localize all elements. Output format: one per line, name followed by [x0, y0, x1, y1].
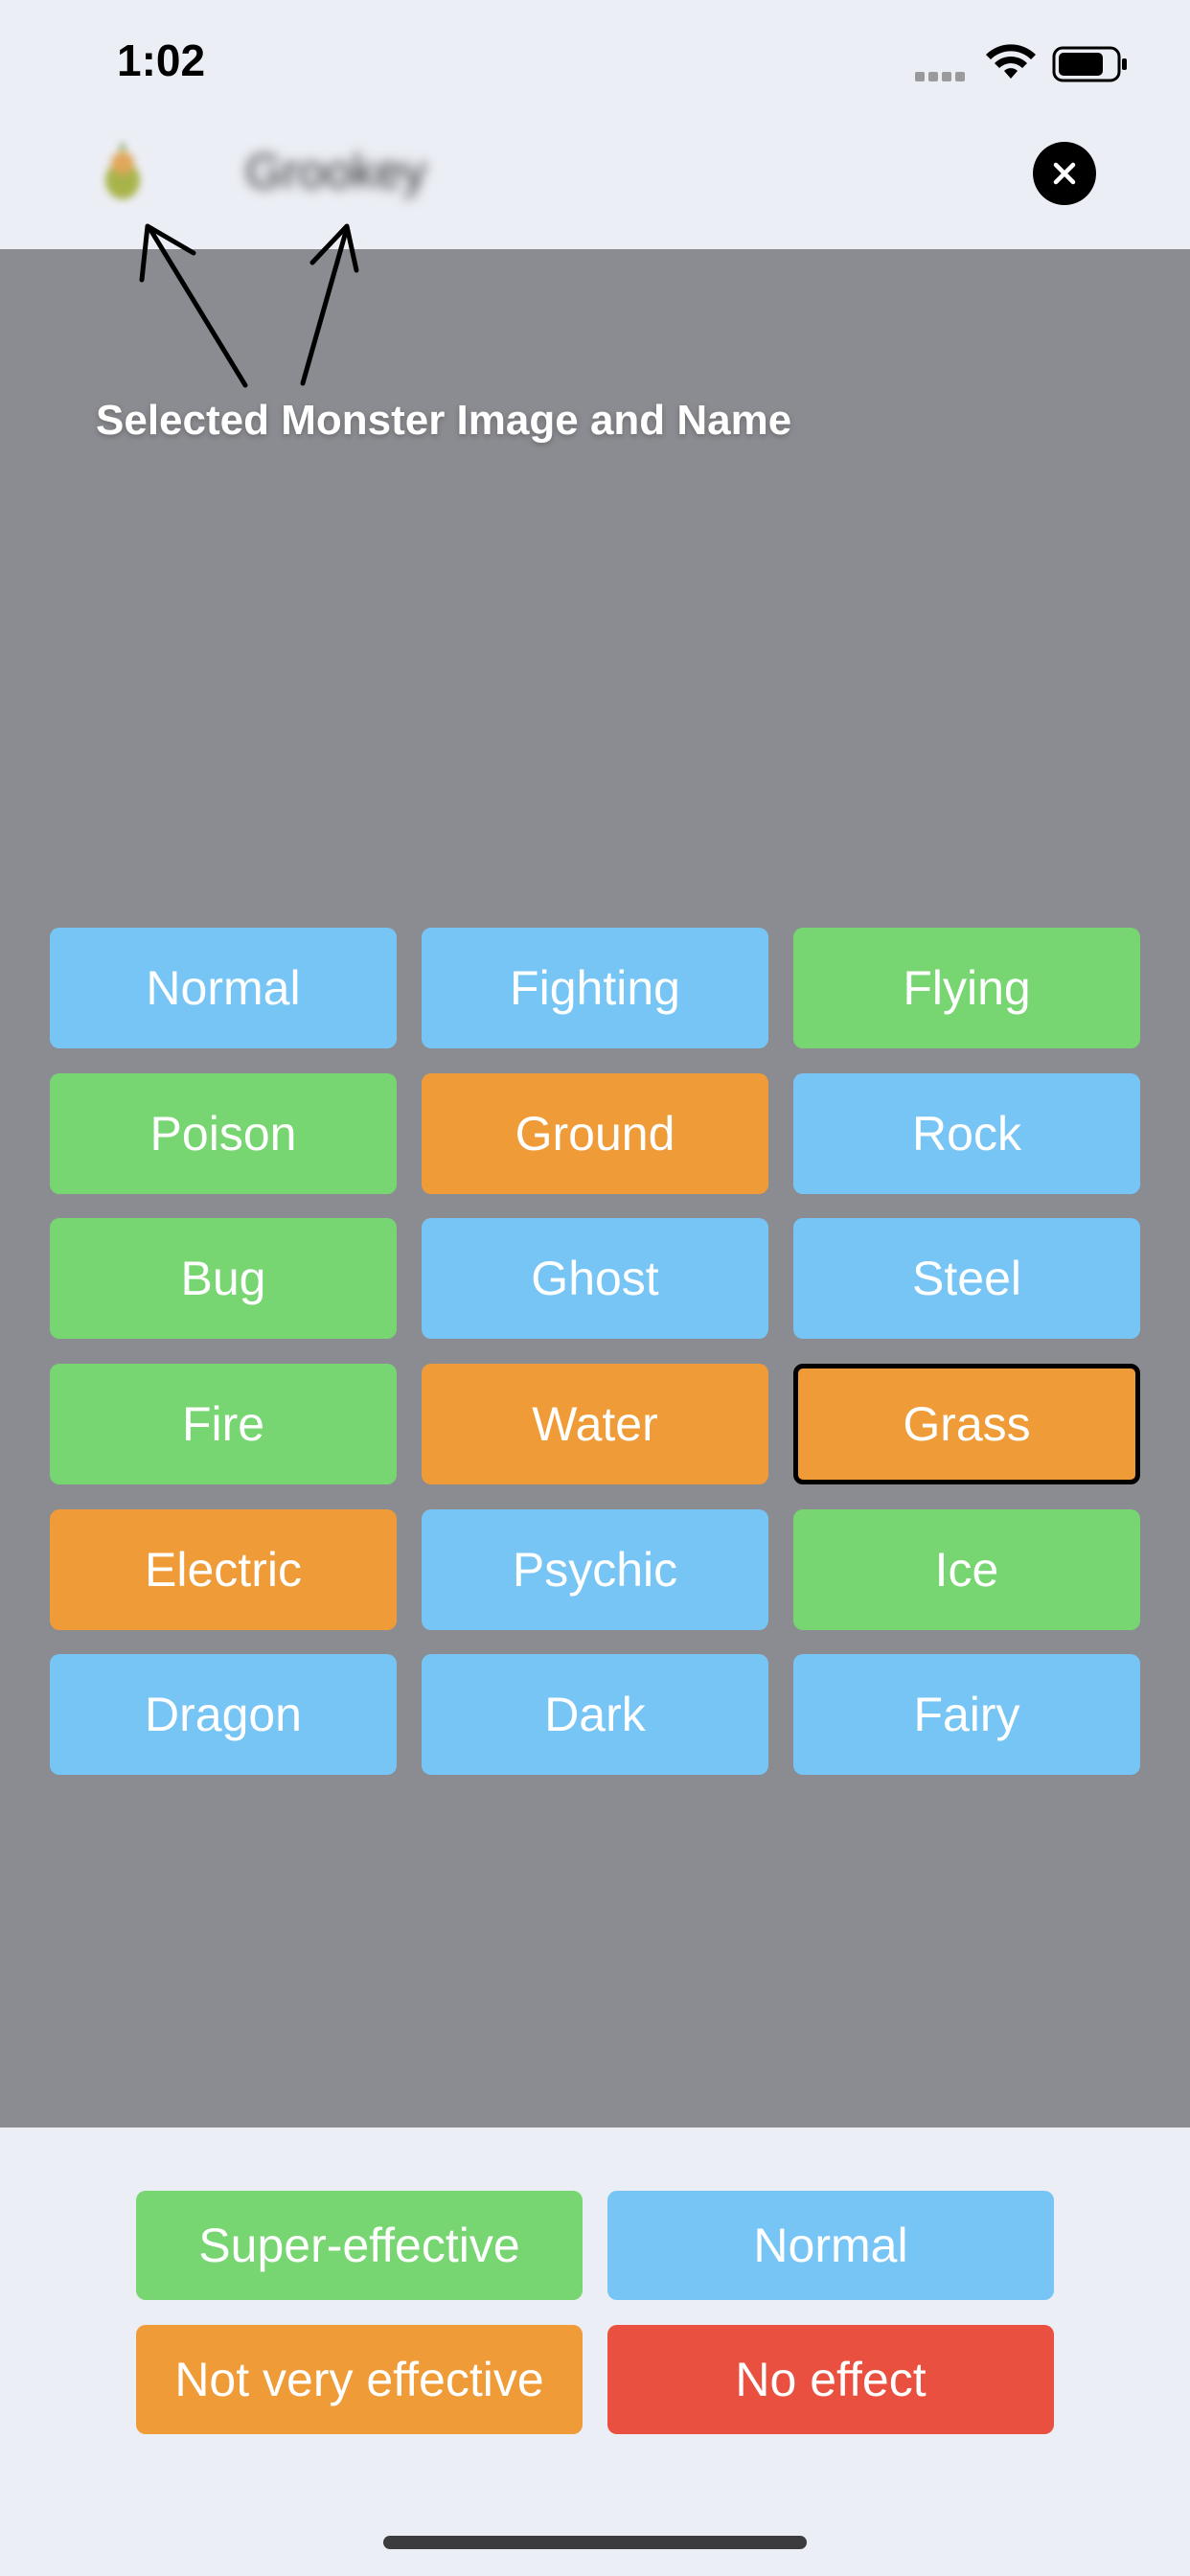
legend-not-very-effective: Not very effective — [136, 2325, 583, 2434]
monster-name: Grookey — [245, 145, 426, 198]
type-button-dark[interactable]: Dark — [422, 1654, 768, 1775]
type-button-psychic[interactable]: Psychic — [422, 1509, 768, 1630]
signal-icon — [915, 69, 969, 81]
type-button-rock[interactable]: Rock — [793, 1073, 1140, 1194]
type-button-dragon[interactable]: Dragon — [50, 1654, 397, 1775]
battery-icon — [1052, 46, 1127, 82]
type-button-fighting[interactable]: Fighting — [422, 928, 768, 1048]
type-button-ground[interactable]: Ground — [422, 1073, 768, 1194]
home-indicator[interactable] — [383, 2536, 807, 2549]
status-bar: 1:02 — [0, 0, 1190, 96]
legend-super-effective: Super-effective — [136, 2191, 583, 2300]
type-button-flying[interactable]: Flying — [793, 928, 1140, 1048]
type-button-bug[interactable]: Bug — [50, 1218, 397, 1339]
status-time: 1:02 — [117, 35, 206, 85]
type-button-poison[interactable]: Poison — [50, 1073, 397, 1194]
type-button-normal[interactable]: Normal — [50, 928, 397, 1048]
legend-no-effect: No effect — [607, 2325, 1054, 2434]
wifi-icon — [986, 44, 1036, 79]
type-button-electric[interactable]: Electric — [50, 1509, 397, 1630]
monster-avatar — [105, 142, 140, 199]
close-button[interactable] — [1033, 142, 1096, 205]
type-button-fairy[interactable]: Fairy — [793, 1654, 1140, 1775]
type-button-steel[interactable]: Steel — [793, 1218, 1140, 1339]
type-button-ice[interactable]: Ice — [793, 1509, 1140, 1630]
type-button-fire[interactable]: Fire — [50, 1364, 397, 1484]
type-button-ghost[interactable]: Ghost — [422, 1218, 768, 1339]
type-button-grass[interactable]: Grass — [793, 1364, 1140, 1484]
effectiveness-legend: Super-effective Normal Not very effectiv… — [0, 2128, 1190, 2576]
close-icon — [1053, 162, 1076, 185]
annotation-arrows — [139, 223, 359, 388]
annotation-label: Selected Monster Image and Name — [96, 397, 792, 444]
type-button-water[interactable]: Water — [422, 1364, 768, 1484]
legend-normal: Normal — [607, 2191, 1054, 2300]
